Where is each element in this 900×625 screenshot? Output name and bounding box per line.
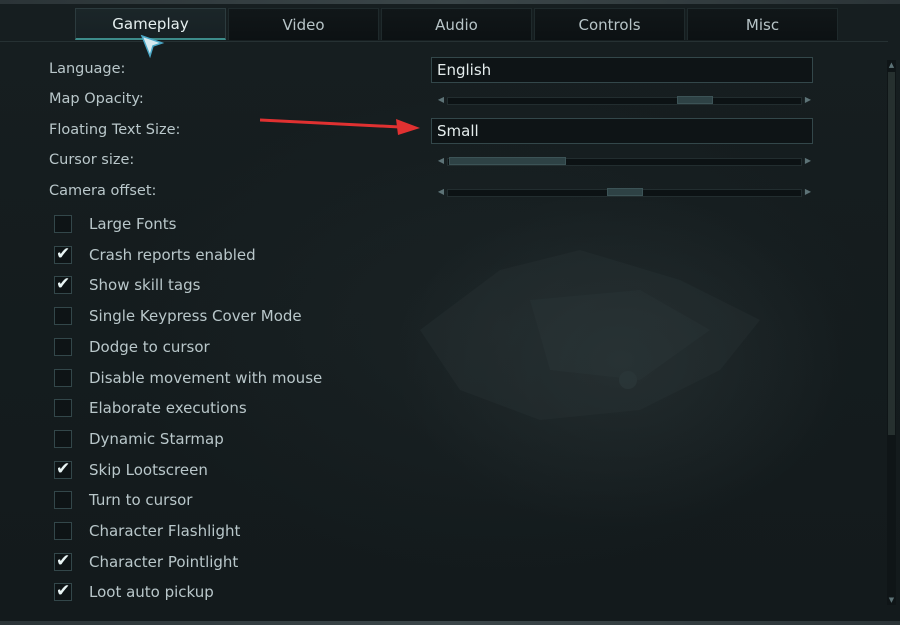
checkbox-label: Turn to cursor	[89, 491, 193, 510]
check-icon: ✔	[56, 458, 71, 479]
checkbox[interactable]	[54, 491, 72, 510]
check-icon: ✔	[56, 550, 71, 571]
checkbox-label: Character Pointlight	[89, 552, 239, 571]
checkbox-row[interactable]: Turn to cursor	[54, 490, 192, 510]
checkbox-label: Single Keypress Cover Mode	[89, 307, 302, 326]
checkbox-row[interactable]: Character Flashlight	[54, 521, 240, 541]
red-arrow-icon	[260, 118, 420, 135]
slider-left-arrow-icon[interactable]: ◀	[437, 94, 445, 106]
tab-controls[interactable]: Controls	[534, 8, 685, 40]
checkbox-label: Dynamic Starmap	[89, 429, 224, 448]
checkbox-row[interactable]: ✔ Character Pointlight	[54, 550, 239, 572]
slider-right-arrow-icon[interactable]: ▶	[804, 94, 812, 106]
checkbox-row[interactable]: Disable movement with mouse	[54, 368, 322, 388]
tab-bar: Gameplay Video Audio Controls Misc	[75, 8, 840, 40]
checkbox[interactable]	[54, 337, 72, 356]
checkbox[interactable]	[54, 399, 72, 418]
checkbox[interactable]	[54, 429, 72, 448]
map-opacity-label: Map Opacity:	[49, 91, 144, 107]
checkbox-label: Elaborate executions	[89, 399, 247, 418]
checkbox-row[interactable]: Elaborate executions	[54, 398, 247, 418]
checkbox-row[interactable]: Dynamic Starmap	[54, 429, 224, 449]
checkbox[interactable]	[54, 522, 72, 540]
checkbox-row[interactable]: ✔ Loot auto pickup	[54, 581, 214, 602]
slider-thumb[interactable]	[449, 157, 566, 165]
background-artwork	[420, 250, 760, 420]
tab-divider	[0, 41, 888, 42]
checkbox[interactable]: ✔	[54, 581, 72, 602]
slider-track[interactable]	[447, 97, 802, 105]
checkbox-label: Loot auto pickup	[89, 583, 214, 602]
camera-offset-label: Camera offset:	[49, 183, 157, 199]
checkbox-label: Dodge to cursor	[89, 337, 210, 356]
checkbox[interactable]: ✔	[54, 274, 72, 295]
check-icon: ✔	[56, 243, 71, 264]
window-frame-bottom	[0, 621, 900, 625]
checkbox-label: Disable movement with mouse	[89, 368, 323, 387]
slider-thumb[interactable]	[607, 188, 643, 196]
language-label: Language:	[49, 61, 126, 77]
checkbox[interactable]	[54, 215, 72, 233]
camera-offset-slider[interactable]: ◀ ▶	[437, 186, 812, 198]
checkbox-row[interactable]: ✔ Show skill tags	[54, 274, 201, 295]
map-opacity-slider[interactable]: ◀ ▶	[437, 94, 812, 106]
tab-video[interactable]: Video	[228, 8, 379, 40]
checkbox[interactable]	[54, 307, 72, 326]
slider-right-arrow-icon[interactable]: ▶	[804, 155, 812, 167]
checkbox-row[interactable]: Single Keypress Cover Mode	[54, 306, 302, 326]
checkbox-row[interactable]: ✔ Crash reports enabled	[54, 243, 256, 265]
mouse-cursor-icon	[140, 34, 165, 59]
checkbox[interactable]: ✔	[54, 550, 72, 571]
scroll-down-arrow-icon[interactable]: ▼	[887, 595, 896, 605]
floating-text-size-select[interactable]: Small	[431, 118, 813, 144]
checkbox-row[interactable]: Dodge to cursor	[54, 337, 210, 357]
check-icon: ✔	[56, 581, 71, 602]
slider-left-arrow-icon[interactable]: ◀	[437, 186, 445, 198]
tab-misc[interactable]: Misc	[687, 8, 838, 40]
slider-thumb[interactable]	[677, 96, 713, 104]
cursor-size-slider[interactable]: ◀ ▶	[437, 155, 812, 167]
vertical-scrollbar[interactable]: ▲ ▼	[887, 60, 896, 605]
checkbox[interactable]: ✔	[54, 243, 72, 264]
floating-text-size-label: Floating Text Size:	[49, 122, 181, 138]
checkbox-label: Skip Lootscreen	[89, 460, 208, 479]
language-select[interactable]: English	[431, 57, 813, 83]
tab-audio[interactable]: Audio	[381, 8, 532, 40]
checkbox-label: Crash reports enabled	[89, 245, 256, 264]
slider-right-arrow-icon[interactable]: ▶	[804, 186, 812, 198]
cursor-size-label: Cursor size:	[49, 152, 135, 168]
checkbox[interactable]	[54, 368, 72, 387]
check-icon: ✔	[56, 274, 71, 295]
checkbox-label: Large Fonts	[89, 215, 177, 233]
checkbox-label: Show skill tags	[89, 276, 201, 295]
scroll-up-arrow-icon[interactable]: ▲	[887, 60, 896, 70]
checkbox-row[interactable]: Large Fonts	[54, 214, 176, 234]
checkbox[interactable]: ✔	[54, 458, 72, 479]
scrollbar-thumb[interactable]	[888, 72, 895, 435]
window-frame-top	[0, 0, 900, 4]
checkbox-row[interactable]: ✔ Skip Lootscreen	[54, 458, 208, 480]
checkbox-label: Character Flashlight	[89, 522, 241, 540]
slider-left-arrow-icon[interactable]: ◀	[437, 155, 445, 167]
